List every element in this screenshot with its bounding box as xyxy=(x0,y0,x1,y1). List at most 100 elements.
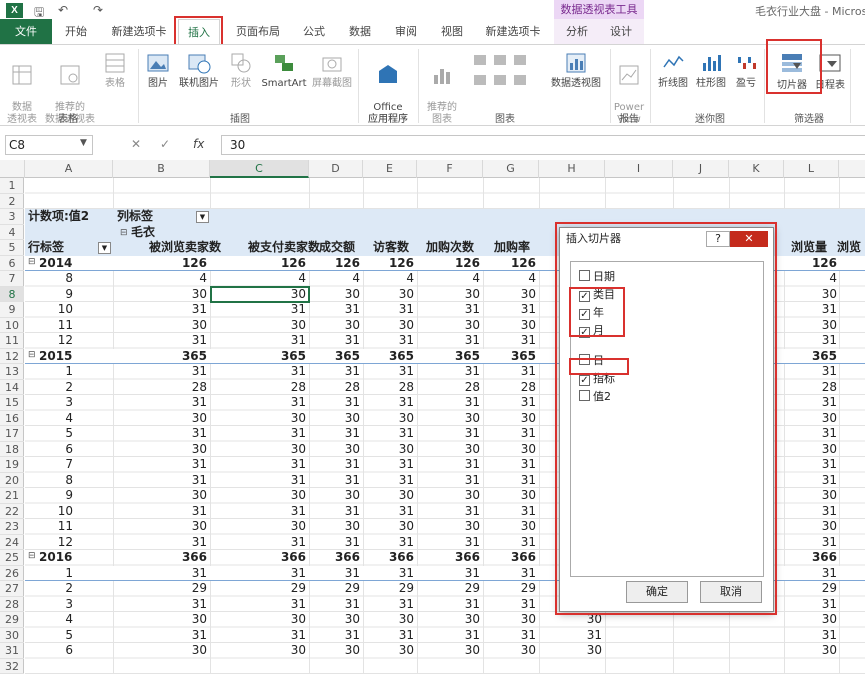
row-header[interactable]: 27 xyxy=(0,581,24,597)
pivot-value-cell[interactable]: 30 xyxy=(364,519,414,535)
row-header[interactable]: 29 xyxy=(0,612,24,628)
row-header[interactable]: 11 xyxy=(0,333,24,349)
pivot-value-cell[interactable]: 30 xyxy=(787,612,837,628)
pivot-month-label[interactable]: 8 xyxy=(43,473,73,489)
column-sparkline-button[interactable]: 柱形图 xyxy=(692,51,730,90)
pivot-value-cell[interactable]: 4 xyxy=(157,271,207,287)
pivot-value-cell[interactable]: 365 xyxy=(430,349,480,365)
pivot-month-label[interactable]: 12 xyxy=(43,535,73,551)
pivot-value-cell[interactable]: 31 xyxy=(430,535,480,551)
pivot-value-cell[interactable]: 31 xyxy=(256,426,306,442)
pivot-month-label[interactable]: 11 xyxy=(43,519,73,535)
pivot-value-cell[interactable]: 30 xyxy=(364,287,414,303)
col-header-l[interactable]: L xyxy=(784,160,839,178)
pivot-value-cell[interactable]: 30 xyxy=(256,442,306,458)
tab-data[interactable]: 数据 xyxy=(340,19,380,44)
pivot-value-cell[interactable]: 31 xyxy=(310,535,360,551)
pivot-month-label[interactable]: 6 xyxy=(43,643,73,659)
pivot-value-cell[interactable]: 31 xyxy=(256,535,306,551)
pivot-value-cell[interactable]: 30 xyxy=(486,442,536,458)
pivot-value-cell[interactable]: 29 xyxy=(486,581,536,597)
pivot-month-label[interactable]: 2 xyxy=(43,380,73,396)
pivot-value-cell[interactable]: 365 xyxy=(364,349,414,365)
pivot-year-label[interactable]: 2015 xyxy=(39,349,72,365)
pivot-value-cell[interactable]: 30 xyxy=(430,411,480,427)
pivot-value-cell[interactable]: 31 xyxy=(787,302,837,318)
row-header[interactable]: 5 xyxy=(0,240,24,256)
pivot-value-cell[interactable]: 31 xyxy=(256,504,306,520)
pivot-value-cell[interactable]: 30 xyxy=(430,643,480,659)
pivot-value-cell[interactable]: 31 xyxy=(256,457,306,473)
chart-gallery[interactable] xyxy=(466,51,538,102)
pivot-value-cell[interactable]: 31 xyxy=(310,395,360,411)
pivot-value-cell[interactable]: 30 xyxy=(157,318,207,334)
pivot-value-cell[interactable]: 28 xyxy=(256,380,306,396)
pivot-value-cell[interactable]: 30 xyxy=(430,612,480,628)
pivot-value-cell[interactable]: 28 xyxy=(364,380,414,396)
row-header[interactable]: 3 xyxy=(0,209,24,225)
pivot-value-cell[interactable]: 31 xyxy=(430,302,480,318)
pivot-value-cell[interactable]: 31 xyxy=(486,302,536,318)
pivot-row-label[interactable]: 行标签 xyxy=(28,240,64,256)
pivot-value-cell[interactable]: 366 xyxy=(256,550,306,566)
pivot-value-cell[interactable]: 366 xyxy=(486,550,536,566)
pivot-value-cell[interactable]: 31 xyxy=(157,333,207,349)
pivot-value-cell[interactable]: 30 xyxy=(486,488,536,504)
pivot-value-cell[interactable]: 126 xyxy=(787,256,837,272)
pivot-value-cell[interactable]: 31 xyxy=(256,364,306,380)
row-header[interactable]: 25 xyxy=(0,550,24,566)
row-header[interactable]: 28 xyxy=(0,597,24,612)
pivot-value-cell[interactable]: 31 xyxy=(486,457,536,473)
pivot-value-cell[interactable]: 30 xyxy=(787,519,837,535)
pivot-value-cell[interactable]: 29 xyxy=(430,581,480,597)
pivot-column-header[interactable]: 被浏览卖家数 xyxy=(140,240,230,256)
row-header[interactable]: 18 xyxy=(0,442,24,457)
pivot-value-cell[interactable]: 365 xyxy=(787,349,837,365)
pivot-value-cell[interactable]: 30 xyxy=(787,442,837,458)
pivot-value-cell[interactable]: 31 xyxy=(364,302,414,318)
pivot-value-cell[interactable]: 30 xyxy=(430,442,480,458)
pivot-month-label[interactable]: 5 xyxy=(43,426,73,442)
cancel-icon[interactable]: ✕ xyxy=(131,137,141,151)
pivot-value-cell[interactable]: 31 xyxy=(430,504,480,520)
pivot-value-cell[interactable]: 31 xyxy=(364,457,414,473)
online-picture-button[interactable]: 联机图片 xyxy=(176,51,222,90)
row-header[interactable]: 19 xyxy=(0,457,24,473)
pivot-value-cell[interactable]: 31 xyxy=(157,364,207,380)
pivot-value-cell[interactable]: 31 xyxy=(310,364,360,380)
pivot-value-cell[interactable]: 29 xyxy=(256,581,306,597)
pivot-value-cell[interactable]: 31 xyxy=(310,628,360,644)
row-header[interactable]: 16 xyxy=(0,411,24,426)
row-header[interactable]: 9 xyxy=(0,302,24,318)
pivot-value-cell[interactable]: 366 xyxy=(364,550,414,566)
pivot-value-cell[interactable]: 29 xyxy=(157,581,207,597)
pivot-value-cell[interactable]: 31 xyxy=(256,302,306,318)
pivot-value-cell[interactable]: 30 xyxy=(430,318,480,334)
pivot-month-label[interactable]: 3 xyxy=(43,395,73,411)
row-header[interactable]: 12 xyxy=(0,349,24,364)
row-header[interactable]: 20 xyxy=(0,473,24,488)
pivot-month-label[interactable]: 3 xyxy=(43,597,73,613)
row-header[interactable]: 10 xyxy=(0,318,24,333)
tab-new-1[interactable]: 新建选项卡 xyxy=(104,19,174,44)
tab-view[interactable]: 视图 xyxy=(432,19,472,44)
pivot-value-cell[interactable]: 31 xyxy=(157,457,207,473)
pivot-value-cell[interactable]: 366 xyxy=(787,550,837,566)
pivot-value-cell[interactable]: 31 xyxy=(430,628,480,644)
pivot-value-cell[interactable]: 365 xyxy=(256,349,306,365)
enter-icon[interactable]: ✓ xyxy=(160,137,170,151)
pivot-value-cell[interactable]: 31 xyxy=(787,597,837,613)
pivot-value-cell[interactable]: 31 xyxy=(787,426,837,442)
tab-page-layout[interactable]: 页面布局 xyxy=(228,19,288,44)
pivot-value-cell[interactable]: 4 xyxy=(486,271,536,287)
pivot-value-cell[interactable]: 30 xyxy=(430,287,480,303)
pivot-value-cell[interactable]: 31 xyxy=(486,535,536,551)
pivot-value-cell[interactable]: 31 xyxy=(486,364,536,380)
pivot-value-cell[interactable]: 30 xyxy=(256,488,306,504)
pivot-value-cell[interactable]: 30 xyxy=(486,411,536,427)
pivot-value-cell[interactable]: 31 xyxy=(486,333,536,349)
row-header[interactable]: 13 xyxy=(0,364,24,380)
line-sparkline-button[interactable]: 折线图 xyxy=(654,51,692,90)
pivot-value-cell[interactable]: 31 xyxy=(787,457,837,473)
pivot-table-button[interactable]: 数据 透视表 xyxy=(2,51,42,126)
